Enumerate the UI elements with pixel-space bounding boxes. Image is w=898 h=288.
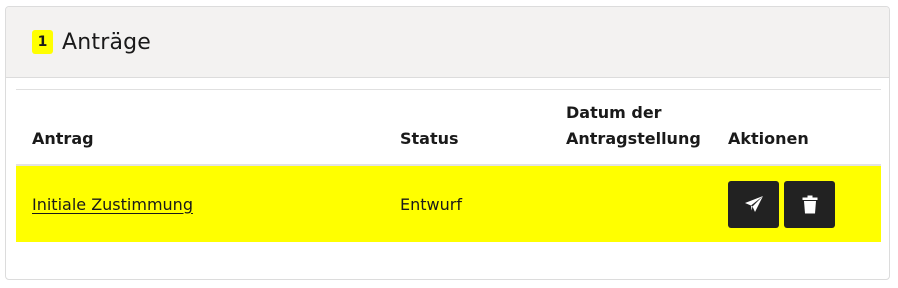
- count-badge: 1: [32, 30, 53, 54]
- cell-status: Entwurf: [384, 165, 550, 242]
- table-row: Initiale Zustimmung Entwurf: [16, 165, 881, 242]
- delete-button[interactable]: [784, 180, 835, 228]
- panel-title: Anträge: [62, 29, 152, 55]
- column-header-aktionen: Aktionen: [712, 90, 881, 166]
- antraege-panel: 1 Anträge Antrag Status Datum der Antrag…: [5, 6, 890, 280]
- cell-antrag: Initiale Zustimmung: [16, 165, 384, 242]
- column-header-status: Status: [384, 90, 550, 166]
- antrag-link[interactable]: Initiale Zustimmung: [32, 195, 193, 214]
- send-button[interactable]: [728, 180, 779, 228]
- send-icon: [744, 195, 764, 213]
- cell-datum: [550, 165, 712, 242]
- column-header-antrag: Antrag: [16, 90, 384, 166]
- antraege-table-wrapper: Antrag Status Datum der Antragstellung A…: [16, 89, 881, 242]
- column-header-datum: Datum der Antragstellung: [550, 90, 712, 166]
- cell-aktionen: [712, 165, 881, 242]
- table-header-row: Antrag Status Datum der Antragstellung A…: [16, 90, 881, 166]
- trash-icon: [802, 195, 818, 214]
- row-actions: [728, 180, 881, 228]
- antraege-table: Antrag Status Datum der Antragstellung A…: [16, 90, 881, 242]
- panel-header: 1 Anträge: [6, 7, 889, 78]
